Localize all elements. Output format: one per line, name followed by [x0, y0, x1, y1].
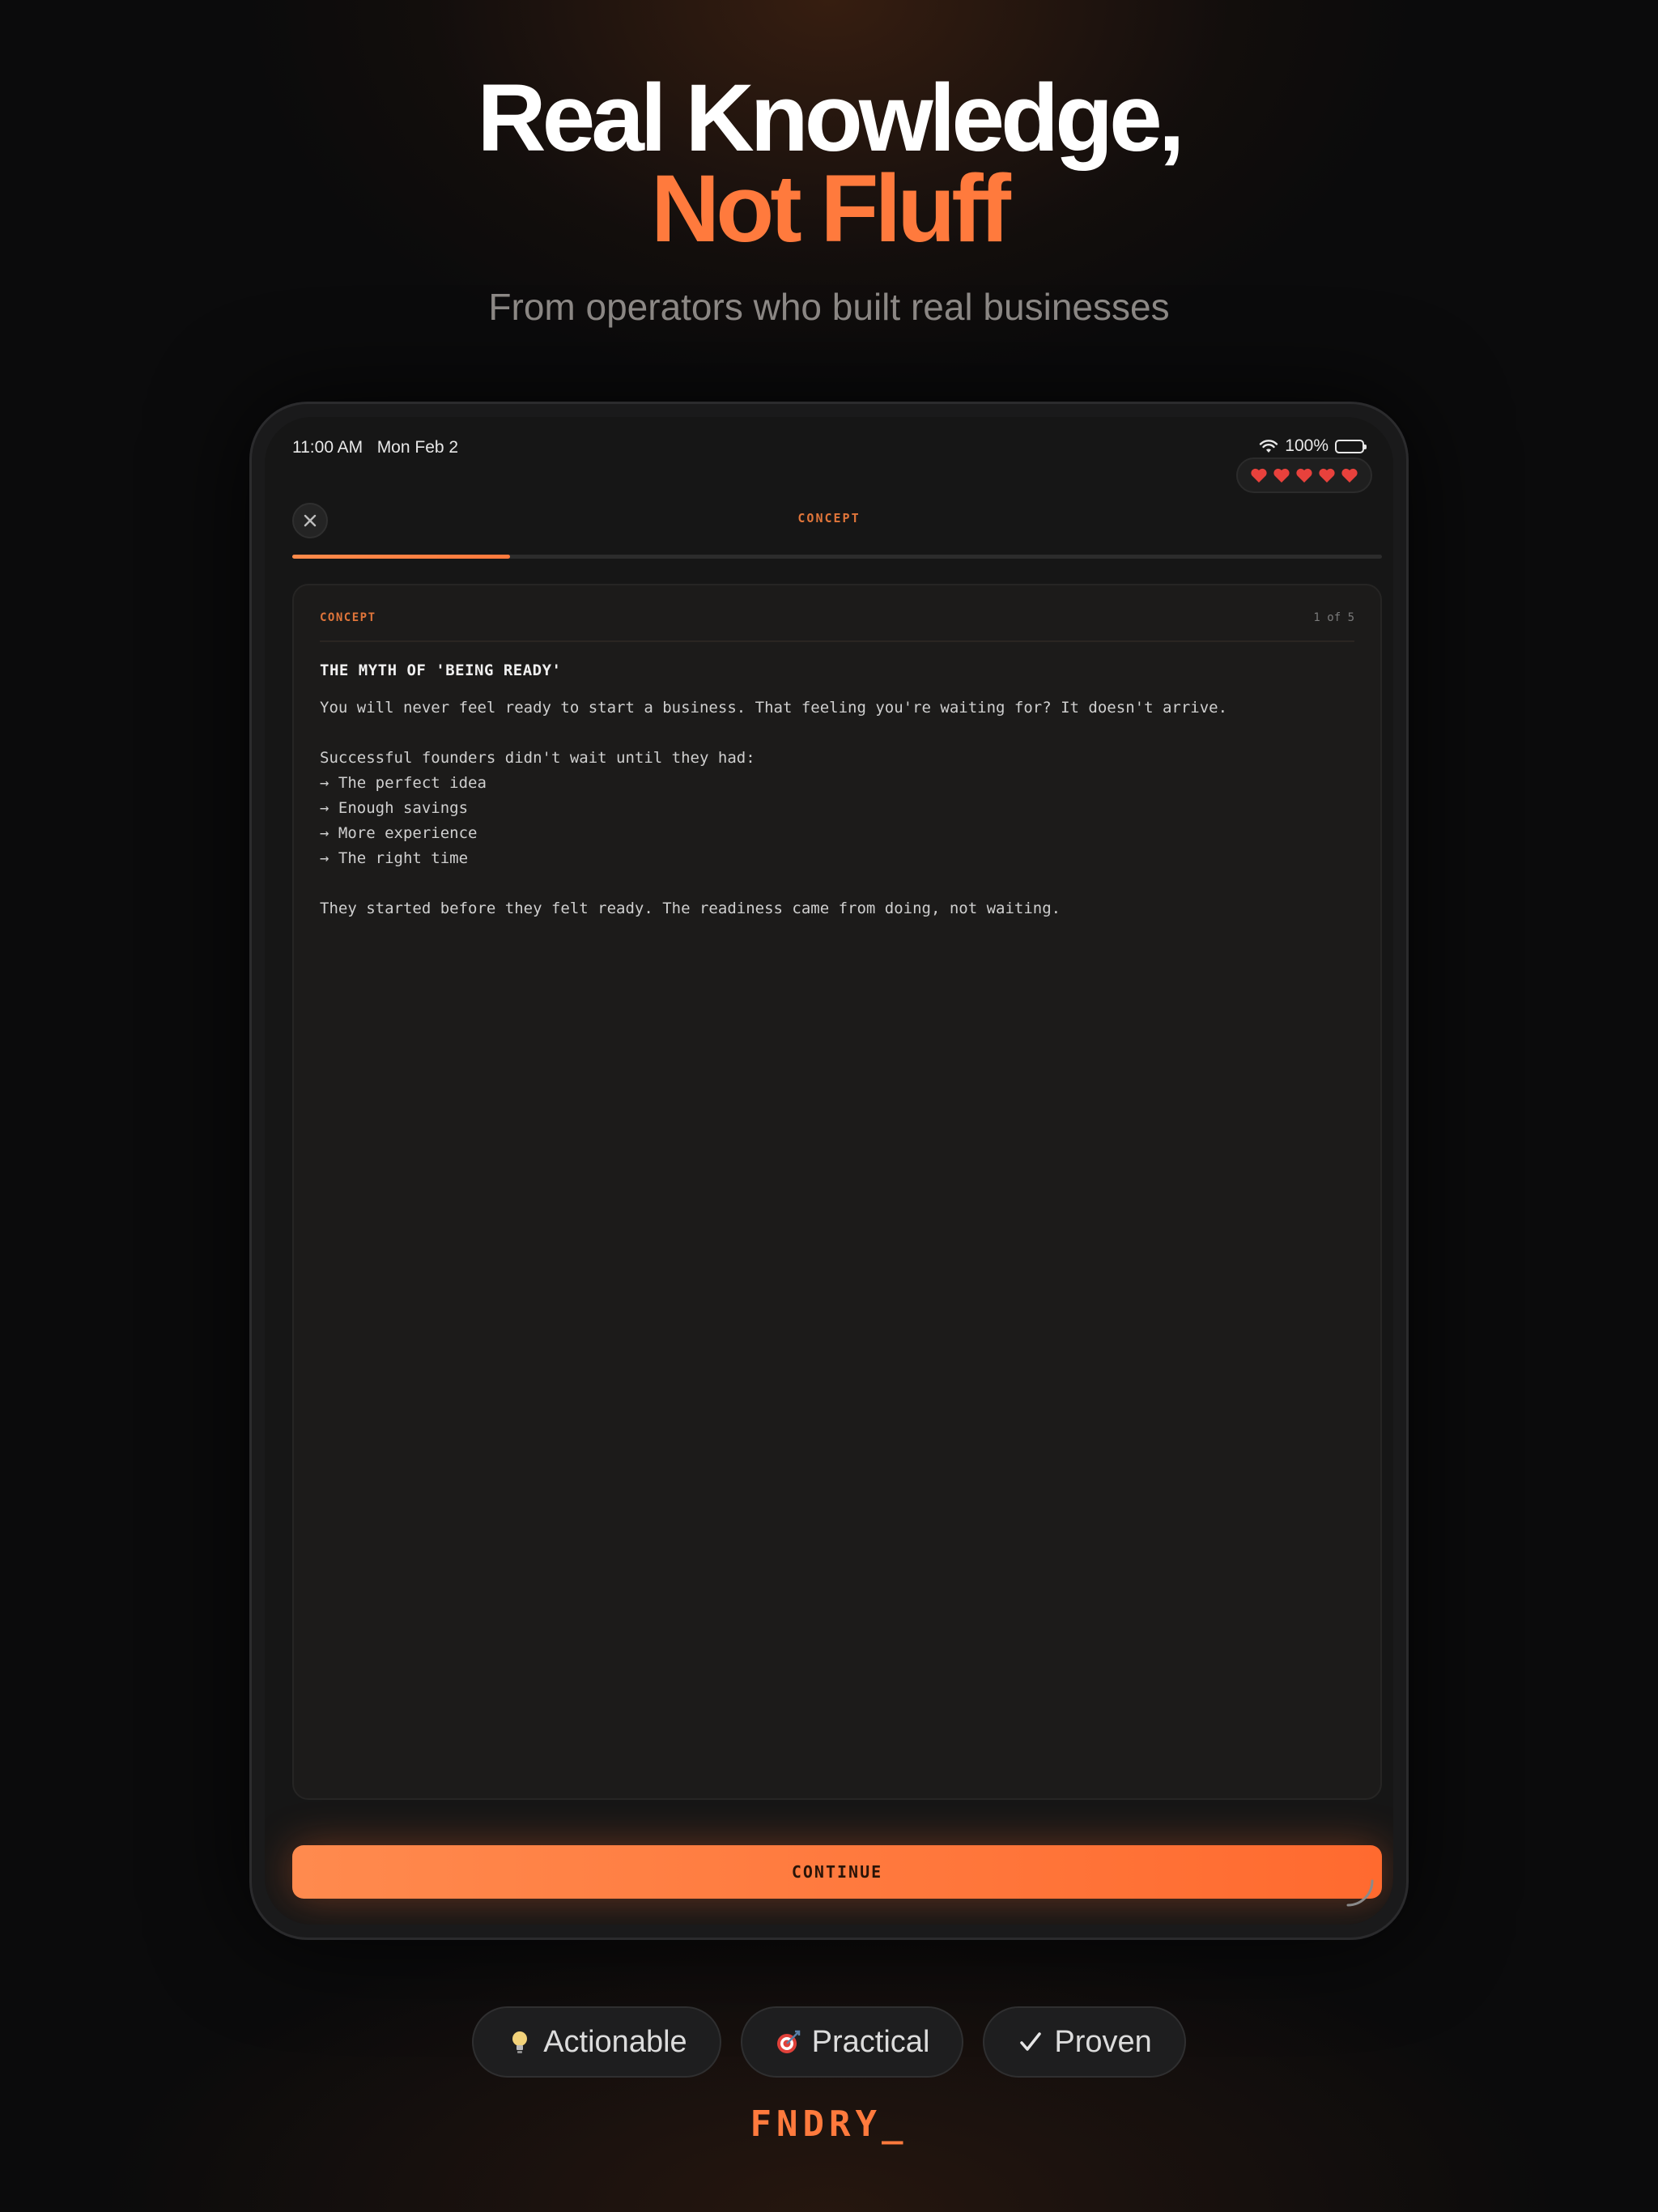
status-time-value: 11:00 AM — [292, 438, 363, 457]
card-body-line — [320, 871, 1356, 896]
hero-title-line2: Not Fluff — [651, 155, 1011, 262]
card-body-line: → The perfect idea — [320, 774, 487, 792]
badge-label: Actionable — [543, 2024, 687, 2059]
card-body-line: → Enough savings — [320, 799, 469, 817]
lesson-progress-fill — [292, 555, 511, 559]
badge-label: Proven — [1054, 2024, 1152, 2059]
status-indicators: 100% — [1259, 436, 1367, 456]
card-tag: CONCEPT — [320, 611, 376, 624]
card-body-line: → More experience — [320, 824, 478, 842]
tablet-frame: 11:00 AM Mon Feb 2 100% CONCEPT CONCEPT … — [249, 402, 1409, 1940]
hearts-counter — [1236, 457, 1372, 493]
card-body-line: Successful founders didn't wait until th… — [320, 749, 755, 767]
screen-title: CONCEPT — [797, 511, 861, 525]
heart-icon — [1251, 468, 1267, 483]
card-divider — [320, 640, 1354, 642]
badge-label: Practical — [811, 2024, 930, 2059]
card-heading: THE MYTH OF 'BEING READY' — [320, 661, 562, 679]
battery-percent: 100% — [1285, 436, 1329, 455]
card-body-line: You will never feel ready to start a bus… — [320, 699, 1228, 717]
badge-actionable: Actionable — [472, 2006, 721, 2078]
target-icon — [776, 2030, 800, 2053]
card-body-line — [320, 721, 1356, 746]
heart-icon — [1319, 468, 1335, 483]
brand-logo: FNDRY_ — [750, 2104, 908, 2145]
card-body: You will never feel ready to start a bus… — [320, 696, 1356, 921]
battery-icon — [1335, 439, 1367, 453]
status-time: 11:00 AM Mon Feb 2 — [292, 438, 458, 457]
hero-subtitle: From operators who built real businesses — [488, 286, 1170, 328]
status-date-value: Mon Feb 2 — [376, 438, 459, 457]
card-body-line: They started before they felt ready. The… — [320, 900, 1061, 917]
heart-icon — [1341, 468, 1358, 483]
wifi-icon — [1260, 440, 1278, 453]
lightbulb-icon — [512, 2031, 528, 2053]
status-bar: 11:00 AM Mon Feb 2 100% — [265, 417, 1393, 474]
hero-title-line1: Real Knowledge, — [477, 65, 1184, 172]
badge-practical: Practical — [740, 2006, 964, 2078]
lesson-progress-bar — [292, 555, 1382, 559]
resize-corner-icon — [1346, 1879, 1374, 1907]
heart-icon — [1296, 468, 1312, 483]
heart-icon — [1273, 468, 1290, 483]
feature-badges: Actionable Practical Proven — [0, 2006, 1658, 2078]
card-page-indicator: 1 of 5 — [1313, 611, 1354, 624]
continue-button[interactable]: CONTINUE — [292, 1845, 1382, 1899]
lesson-card: CONCEPT 1 of 5 THE MYTH OF 'BEING READY'… — [292, 584, 1382, 1800]
card-body-line: → The right time — [320, 849, 469, 867]
badge-proven: Proven — [983, 2006, 1186, 2078]
hero-headline: Real Knowledge, Not Fluff — [0, 65, 1658, 262]
tablet-screen: 11:00 AM Mon Feb 2 100% CONCEPT CONCEPT … — [265, 417, 1393, 1925]
checkmark-icon — [1020, 2032, 1042, 2051]
